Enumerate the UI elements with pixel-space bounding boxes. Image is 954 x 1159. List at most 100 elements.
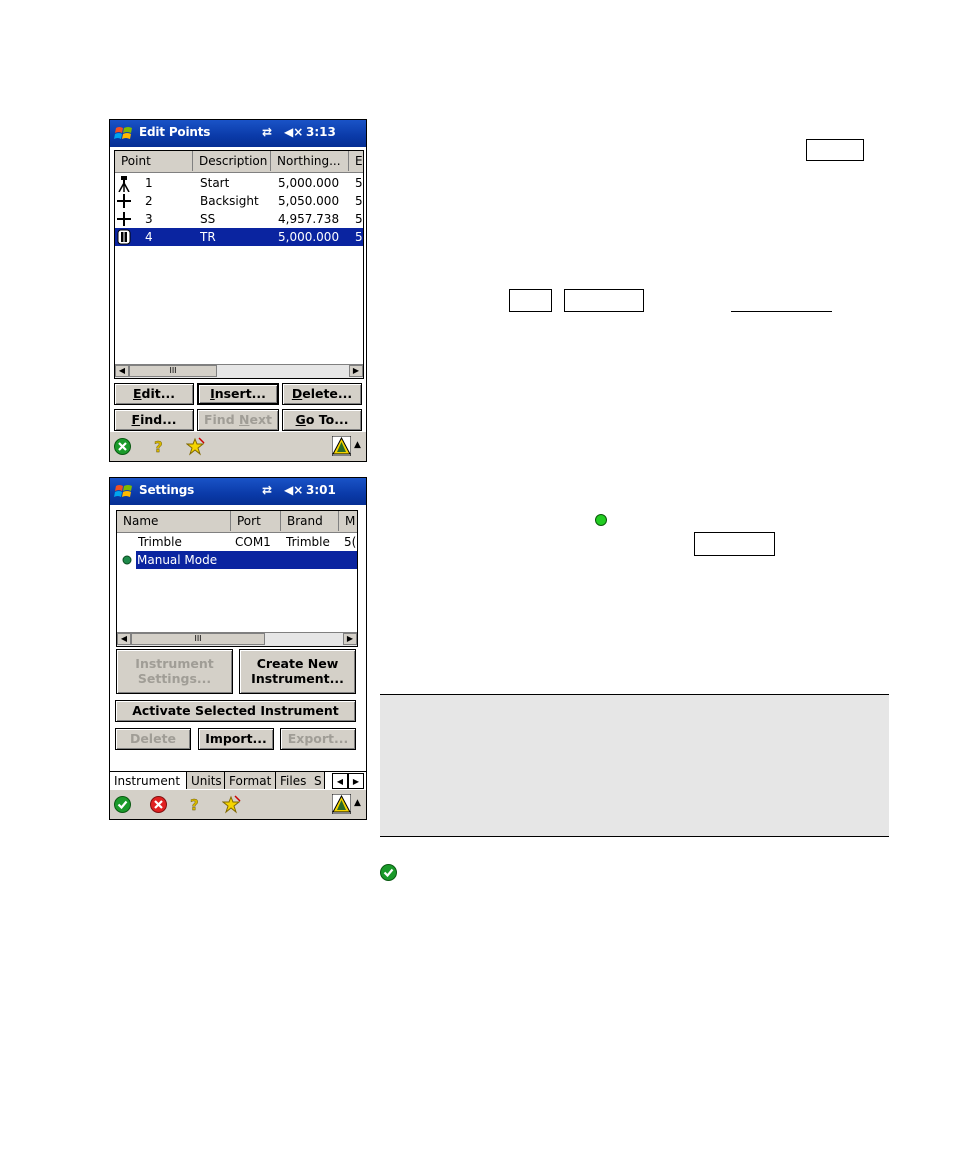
tab-scroll-left-button[interactable]: ◀ (332, 773, 348, 789)
instrument-port: COM1 (235, 535, 271, 549)
export-button[interactable]: Export... (280, 728, 356, 750)
instrument-model: 5( (344, 535, 357, 549)
point-description: SS (200, 212, 216, 226)
inline-button-graphic (564, 289, 644, 312)
window-title: Edit Points (139, 125, 211, 139)
edit-button[interactable]: Edit... (114, 383, 194, 405)
column-header-easting[interactable]: E (349, 151, 363, 171)
close-icon[interactable] (114, 438, 131, 455)
go-to-button-label: o To... (305, 412, 349, 427)
insert-button-label: nsert... (214, 386, 266, 401)
connectivity-icon[interactable]: ⇄ (262, 483, 272, 497)
tab-scroll-right-button[interactable]: ▶ (348, 773, 364, 789)
inline-button-graphic (694, 532, 775, 556)
scroll-right-button[interactable]: ▶ (349, 365, 363, 377)
point-description: Start (200, 176, 230, 190)
command-bar: ? ▲ (110, 431, 366, 461)
column-header-northing[interactable]: Northing... (271, 151, 349, 171)
instrument-name: Trimble (138, 535, 182, 549)
create-new-instrument-button[interactable]: Create New Instrument... (239, 649, 356, 694)
app-logo-icon[interactable] (332, 436, 351, 456)
points-list-header: Point Description Northing... E (115, 151, 363, 173)
sip-toggle-arrow-icon[interactable]: ▲ (354, 440, 361, 450)
command-bar: ? ▲ (110, 789, 366, 819)
point-easting: 5 (355, 230, 363, 244)
delete-button[interactable]: Delete... (282, 383, 362, 405)
svg-text:?: ? (154, 438, 163, 456)
insert-button[interactable]: Insert... (197, 383, 279, 405)
column-header-point[interactable]: Point (115, 151, 193, 171)
underline-blank (731, 311, 832, 312)
point-easting: 5 (355, 176, 363, 190)
point-easting: 5 (355, 194, 363, 208)
table-row[interactable]: 1 Start 5,000.000 5 (115, 174, 363, 192)
scroll-left-button[interactable]: ◀ (117, 633, 131, 645)
tripod-icon (118, 176, 130, 192)
point-description: Backsight (200, 194, 259, 208)
app-logo-icon[interactable] (332, 794, 351, 814)
cancel-icon[interactable] (150, 796, 167, 813)
table-row[interactable]: 2 Backsight 5,050.000 5 (115, 192, 363, 210)
favorites-star-icon[interactable] (222, 795, 241, 814)
active-instrument-dot-icon (122, 555, 132, 565)
help-icon[interactable]: ? (152, 437, 166, 456)
points-list[interactable]: Point Description Northing... E 1 Start … (114, 150, 364, 379)
note-box (380, 694, 889, 837)
windows-start-icon[interactable] (113, 123, 135, 145)
favorites-star-icon[interactable] (186, 437, 205, 456)
inline-button-graphic (806, 139, 864, 161)
table-row-selected[interactable]: 4 TR 5,000.000 5 (115, 228, 363, 246)
point-northing: 4,957.738 (278, 212, 340, 226)
speaker-muted-icon[interactable]: ◀× (284, 125, 303, 139)
horizontal-scrollbar[interactable]: ◀ III ▶ (117, 632, 357, 646)
instrument-settings-button[interactable]: Instrument Settings... (116, 649, 233, 694)
table-row[interactable]: Trimble COM1 Trimble 5( (117, 533, 357, 551)
find-next-button[interactable]: Find Next (197, 409, 279, 431)
ok-check-icon (380, 864, 397, 881)
go-to-button[interactable]: Go To... (282, 409, 362, 431)
scroll-left-button[interactable]: ◀ (115, 365, 129, 377)
windows-start-icon[interactable] (113, 481, 135, 503)
sip-toggle-arrow-icon[interactable]: ▲ (354, 798, 361, 808)
point-northing: 5,000.000 (278, 230, 340, 244)
point-northing: 5,000.000 (278, 176, 340, 190)
activate-selected-instrument-button[interactable]: Activate Selected Instrument (115, 700, 356, 722)
window-title: Settings (139, 483, 195, 497)
table-row[interactable]: 3 SS 4,957.738 5 (115, 210, 363, 228)
instruments-list[interactable]: Name Port Brand M Trimble COM1 Trimble 5… (116, 510, 358, 647)
title-bar: Settings ⇄ ◀× 3:01 (110, 478, 366, 505)
table-row-selected[interactable]: Manual Mode (117, 551, 357, 569)
horizontal-scrollbar[interactable]: ◀ III ▶ (115, 364, 363, 378)
column-header-model[interactable]: M (339, 511, 357, 531)
connectivity-icon[interactable]: ⇄ (262, 125, 272, 139)
find-button[interactable]: Find... (114, 409, 194, 431)
point-number: 3 (145, 212, 153, 226)
point-easting: 5 (355, 212, 363, 226)
import-button[interactable]: Import... (198, 728, 274, 750)
crosshair-icon (117, 212, 131, 226)
ok-check-icon[interactable] (114, 796, 131, 813)
find-button-label: ind... (140, 412, 177, 427)
point-northing: 5,050.000 (278, 194, 340, 208)
speaker-muted-icon[interactable]: ◀× (284, 483, 303, 497)
column-header-name[interactable]: Name (117, 511, 231, 531)
scroll-right-button[interactable]: ▶ (343, 633, 357, 645)
scroll-thumb[interactable]: III (131, 633, 265, 645)
create-new-label-line1: Create New (256, 656, 339, 671)
column-header-brand[interactable]: Brand (281, 511, 339, 531)
instrument-brand: Trimble (286, 535, 330, 549)
delete-button[interactable]: Delete (115, 728, 191, 750)
column-header-port[interactable]: Port (231, 511, 281, 531)
column-header-description[interactable]: Description (193, 151, 271, 171)
inline-button-graphic (509, 289, 552, 312)
green-status-dot-icon (595, 514, 607, 526)
point-number: 1 (145, 176, 153, 190)
clock[interactable]: 3:01 (306, 483, 336, 497)
delete-button-label: elete... (302, 386, 353, 401)
instruments-list-header: Name Port Brand M (117, 511, 357, 533)
create-new-label-line2: Instrument... (251, 671, 344, 686)
help-icon[interactable]: ? (188, 795, 202, 814)
instrument-settings-label-line2: Settings... (137, 671, 212, 686)
clock[interactable]: 3:13 (306, 125, 336, 139)
scroll-thumb[interactable]: III (129, 365, 217, 377)
